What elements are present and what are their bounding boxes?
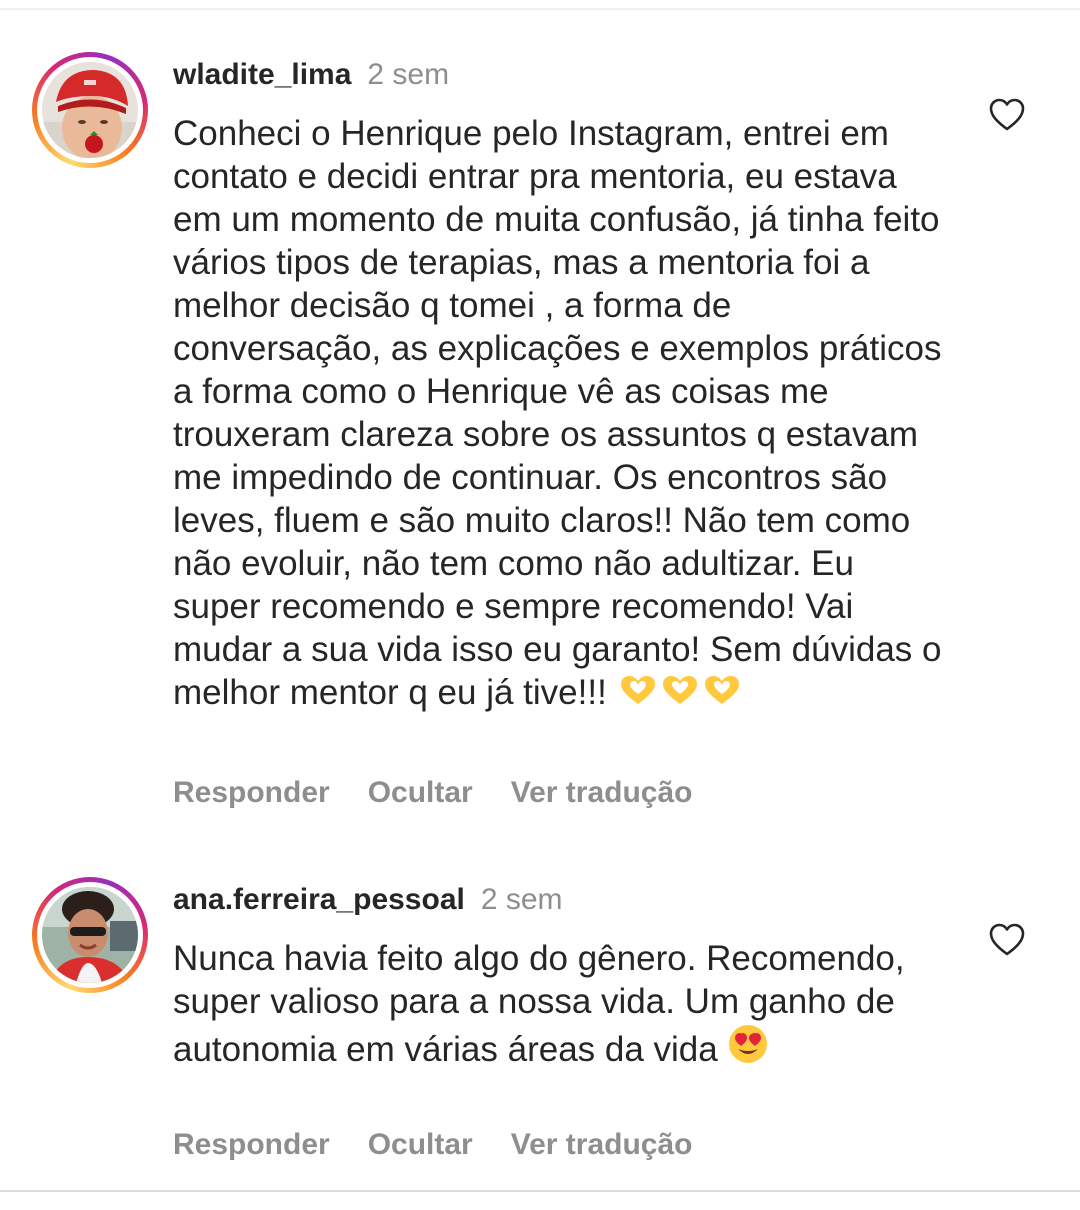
comment-actions: Responder Ocultar Ver tradução bbox=[173, 773, 730, 813]
comment-text: Conheci o Henrique pelo Instagram, entre… bbox=[173, 114, 942, 712]
heart-icon[interactable] bbox=[987, 95, 1027, 135]
heart-eyes-emoji bbox=[729, 1025, 768, 1063]
comment-header: wladite_lima 2 sem bbox=[173, 55, 449, 95]
timestamp: 2 sem bbox=[367, 58, 450, 91]
bottom-divider bbox=[0, 1190, 1080, 1192]
hide-button[interactable]: Ocultar bbox=[368, 1125, 473, 1165]
comment-header: ana.ferreira_pessoal 2 sem bbox=[173, 880, 563, 920]
username[interactable]: ana.ferreira_pessoal bbox=[173, 883, 465, 916]
avatar bbox=[42, 62, 138, 158]
heart-hands-emoji-group bbox=[617, 673, 743, 712]
avatar bbox=[42, 887, 138, 983]
reply-button[interactable]: Responder bbox=[173, 773, 330, 813]
reply-button[interactable]: Responder bbox=[173, 1125, 330, 1165]
avatar-story-ring[interactable] bbox=[32, 52, 148, 168]
heart-icon[interactable] bbox=[987, 920, 1027, 960]
comment-actions: Responder Ocultar Ver tradução bbox=[173, 1125, 730, 1165]
hide-button[interactable]: Ocultar bbox=[368, 773, 473, 813]
comment-text: Nunca havia feito algo do gênero. Recome… bbox=[173, 939, 905, 1069]
username[interactable]: wladite_lima bbox=[173, 58, 351, 91]
translate-button[interactable]: Ver tradução bbox=[511, 1125, 693, 1165]
timestamp: 2 sem bbox=[480, 883, 563, 916]
heart-hands-emoji bbox=[620, 676, 655, 704]
avatar-story-ring[interactable] bbox=[32, 877, 148, 993]
heart-hands-emoji bbox=[662, 676, 697, 704]
top-divider bbox=[0, 8, 1080, 10]
heart-hands-emoji bbox=[704, 676, 739, 704]
translate-button[interactable]: Ver tradução bbox=[511, 773, 693, 813]
